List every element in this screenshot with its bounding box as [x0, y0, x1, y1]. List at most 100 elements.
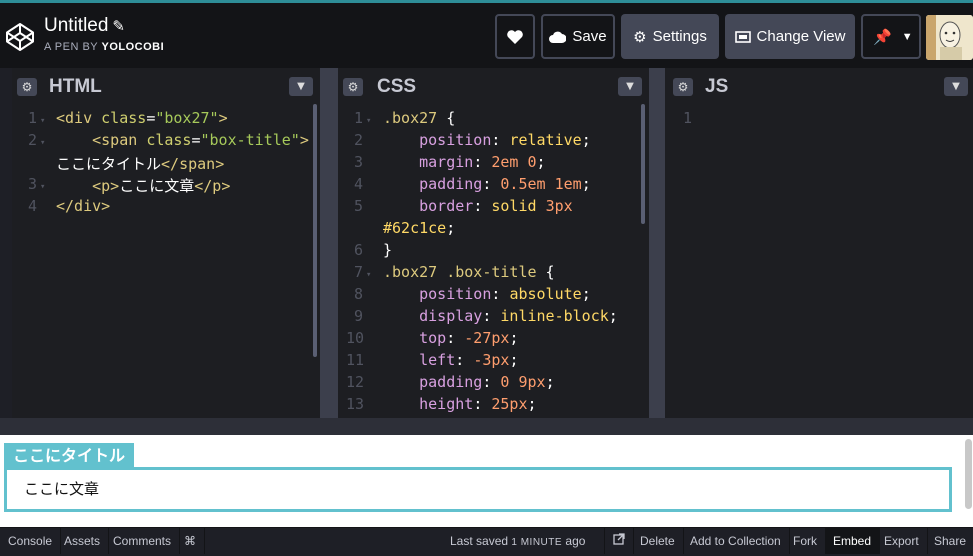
- line-number: 2: [354, 131, 364, 149]
- code-line: left: -3px;: [383, 351, 519, 369]
- js-pane-menu-chevron-icon[interactable]: ▼: [944, 77, 968, 96]
- pencil-icon[interactable]: ✎: [112, 18, 125, 35]
- js-pane-header: ⚙ JS ▼: [665, 68, 973, 104]
- code-line: <p>ここに文章</p>: [56, 177, 231, 195]
- html-settings-gear-icon[interactable]: ⚙: [17, 78, 37, 96]
- line-number: 7 ▾: [354, 263, 372, 281]
- code-line: position: absolute;: [383, 285, 591, 303]
- preview-resizer[interactable]: [0, 418, 973, 435]
- code-line: padding: 0.5em 1em;: [383, 175, 591, 193]
- editor-area: ⚙ HTML ▼ 1 ▾ 2 ▾ 3 ▾ 4 <div class="box27"> …: [0, 68, 973, 418]
- code-line: height: 25px;: [383, 395, 537, 413]
- pin-button[interactable]: 📌 ▼: [861, 14, 921, 59]
- code-line: .box27 {: [383, 109, 456, 127]
- html-pane-header: ⚙ HTML ▼: [12, 68, 320, 104]
- last-saved-ago: ago: [565, 534, 586, 548]
- code-line: padding: 0 9px;: [383, 373, 555, 391]
- love-button[interactable]: [495, 14, 535, 59]
- preview-scrollbar[interactable]: [965, 439, 972, 509]
- html-scrollbar[interactable]: [313, 104, 317, 357]
- html-code-editor[interactable]: 1 ▾ 2 ▾ 3 ▾ 4 <div class="box27"> <span cla…: [12, 104, 320, 418]
- preview-box-title: ここにタイトル: [4, 443, 135, 468]
- change-view-label: Change View: [756, 28, 846, 45]
- last-saved-label: Last saved: [450, 534, 509, 548]
- html-pane: ⚙ HTML ▼ 1 ▾ 2 ▾ 3 ▾ 4 <div class="box27"> …: [12, 68, 320, 418]
- line-number: 4: [354, 175, 364, 193]
- css-code-editor[interactable]: 1 ▾ 2 3 4 5 6 7 ▾ 8 9 10 11 12 13 .box27 {…: [338, 104, 649, 418]
- css-settings-gear-icon[interactable]: ⚙: [343, 78, 363, 96]
- line-number: 2 ▾: [28, 131, 46, 149]
- pen-title-text: Untitled: [44, 15, 109, 36]
- open-external-icon[interactable]: [604, 528, 634, 554]
- last-saved-status: Last saved 1 MINUTE ago: [450, 528, 585, 554]
- pin-icon: 📌: [873, 28, 892, 46]
- css-pane-title: CSS: [377, 76, 417, 97]
- line-number: 1 ▾: [354, 109, 372, 127]
- change-view-button[interactable]: Change View: [725, 14, 855, 59]
- pen-author-line: A PEN BY YOLOCOBI: [44, 41, 164, 53]
- code-line: </div>: [56, 197, 111, 215]
- save-label: Save: [572, 28, 607, 45]
- line-number: 5: [354, 197, 364, 215]
- line-number: 1: [683, 109, 693, 127]
- pen-by-prefix: A PEN BY: [44, 41, 98, 53]
- chevron-down-icon[interactable]: ▼: [902, 31, 913, 43]
- console-button[interactable]: Console: [0, 528, 62, 554]
- header-bar: Untitled ✎ A PEN BY YOLOCOBI Save ⚙ Setti…: [0, 3, 973, 68]
- pane-resizer[interactable]: [649, 68, 665, 418]
- html-pane-title: HTML: [49, 76, 102, 97]
- css-scrollbar[interactable]: [641, 104, 645, 224]
- keyboard-shortcuts-icon[interactable]: ⌘: [176, 528, 205, 554]
- preview-box-text: ここに文章: [24, 480, 100, 498]
- line-number: 12: [346, 373, 365, 391]
- comments-button[interactable]: Comments: [105, 528, 181, 554]
- pen-title[interactable]: Untitled ✎: [44, 15, 125, 37]
- settings-label: Settings: [652, 28, 707, 45]
- embed-button[interactable]: Embed: [825, 528, 881, 554]
- code-line: margin: 2em 0;: [383, 153, 546, 171]
- share-button[interactable]: Share: [926, 528, 973, 554]
- css-pane-menu-chevron-icon[interactable]: ▼: [618, 77, 642, 96]
- codepen-logo-icon[interactable]: [5, 22, 35, 52]
- line-number: 3 ▾: [28, 175, 46, 193]
- line-number: 10: [346, 329, 365, 347]
- footer-bar: Console Assets Comments ⌘ Last saved 1 M…: [0, 527, 973, 554]
- save-button[interactable]: Save: [541, 14, 615, 59]
- delete-button[interactable]: Delete: [632, 528, 684, 554]
- preview-box: ここにタイトル ここに文章: [4, 443, 952, 512]
- line-number: 3: [354, 153, 364, 171]
- layout-icon: [734, 30, 751, 43]
- css-pane: ⚙ CSS ▼ 1 ▾ 2 3 4 5 6 7 ▾ 8 9 10 11 12 13 …: [338, 68, 649, 418]
- html-pane-menu-chevron-icon[interactable]: ▼: [289, 77, 313, 96]
- css-pane-header: ⚙ CSS ▼: [338, 68, 649, 104]
- js-pane-title: JS: [705, 76, 729, 97]
- code-line: border: solid 3px: [383, 197, 573, 215]
- code-line: ここにタイトル</span>: [56, 155, 225, 173]
- avatar[interactable]: [926, 15, 973, 60]
- code-line: position: relative;: [383, 131, 591, 149]
- code-line: top: -27px;: [383, 329, 519, 347]
- code-line: #62c1ce;: [383, 219, 456, 237]
- add-to-collection-button[interactable]: Add to Collection: [682, 528, 790, 554]
- js-pane: ⚙ JS ▼ 1: [665, 68, 973, 418]
- code-line: }: [383, 241, 393, 259]
- js-settings-gear-icon[interactable]: ⚙: [673, 78, 693, 96]
- code-line: display: inline-block;: [383, 307, 618, 325]
- line-number: 6: [354, 241, 364, 259]
- line-number: 9: [354, 307, 364, 325]
- line-number: 8: [354, 285, 364, 303]
- heart-icon: [507, 29, 523, 44]
- gear-icon: ⚙: [633, 28, 647, 46]
- code-line: .box27 .box-title {: [383, 263, 555, 281]
- export-button[interactable]: Export: [876, 528, 928, 554]
- line-number: 11: [346, 351, 365, 369]
- js-code-editor[interactable]: 1: [665, 104, 973, 418]
- settings-button[interactable]: ⚙ Settings: [621, 14, 719, 59]
- pane-resizer[interactable]: [320, 68, 338, 418]
- author-name[interactable]: YOLOCOBI: [102, 41, 165, 53]
- line-number: 4: [28, 197, 38, 215]
- fork-button[interactable]: Fork: [785, 528, 826, 554]
- line-number: 13: [346, 395, 365, 413]
- assets-button[interactable]: Assets: [56, 528, 110, 554]
- line-number: 1 ▾: [28, 109, 46, 127]
